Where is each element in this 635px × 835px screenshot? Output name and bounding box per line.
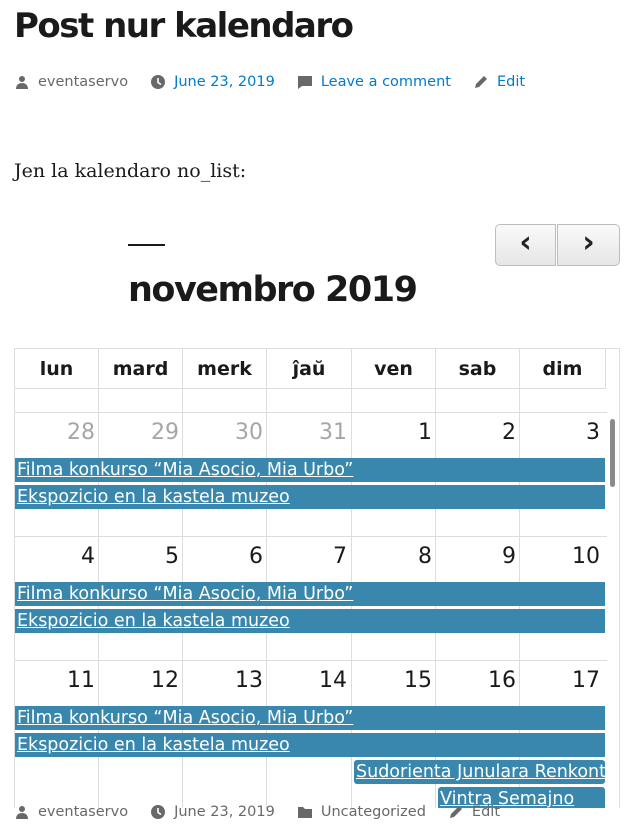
author-link[interactable]: eventaservo bbox=[38, 74, 128, 90]
day-number[interactable]: 9 bbox=[434, 544, 516, 569]
chevron-right-icon: › bbox=[582, 225, 595, 260]
calendar-nav: ‹ › bbox=[495, 224, 620, 266]
calendar-event[interactable]: Sudorienta Junulara Renkontiĝo bbox=[354, 760, 605, 784]
meta-comment: Leave a comment bbox=[297, 74, 451, 90]
day-number[interactable]: 8 bbox=[350, 544, 432, 569]
person-icon bbox=[16, 76, 28, 89]
calendar-event[interactable]: Ekspozicio en la kastela muzeo bbox=[15, 609, 605, 633]
comment-icon bbox=[297, 76, 312, 89]
leave-comment-link[interactable]: Leave a comment bbox=[321, 74, 451, 90]
weekday-header: ĵaŭ bbox=[267, 349, 352, 389]
category-link[interactable]: Uncategorized bbox=[321, 804, 426, 820]
day-number[interactable]: 17 bbox=[518, 668, 600, 693]
edit-link-bottom[interactable]: Edit bbox=[472, 804, 500, 820]
day-number[interactable]: 6 bbox=[181, 544, 263, 569]
weekday-header: lun bbox=[15, 349, 99, 389]
day-number[interactable]: 2 bbox=[434, 420, 516, 445]
calendar-scrollbar-thumb[interactable] bbox=[610, 419, 615, 487]
clock-icon bbox=[151, 805, 166, 819]
day-number[interactable]: 12 bbox=[97, 668, 179, 693]
day-number[interactable]: 3 bbox=[518, 420, 600, 445]
prev-month-button[interactable]: ‹ bbox=[495, 224, 556, 266]
chevron-left-icon: ‹ bbox=[519, 225, 532, 260]
pencil-icon bbox=[449, 806, 462, 818]
month-title: novembro 2019 bbox=[128, 270, 418, 310]
edit-link[interactable]: Edit bbox=[497, 74, 525, 90]
post-meta-bottom: eventaservo June 23, 2019 Uncategorized … bbox=[14, 804, 522, 820]
calendar-event[interactable]: Ekspozicio en la kastela muzeo bbox=[15, 733, 605, 757]
day-number[interactable]: 28 bbox=[15, 420, 95, 445]
post-meta-top: eventaservo June 23, 2019 Leave a commen… bbox=[14, 74, 547, 90]
post-intro: Jen la kalendaro no_list: bbox=[14, 160, 247, 182]
week-divider bbox=[15, 412, 607, 413]
calendar-grid: lun mard merk ĵaŭ ven sab dim 28 29 30 31 1 2 3 Filma … bbox=[14, 348, 620, 808]
folder-icon bbox=[297, 807, 312, 818]
weekday-header: ven bbox=[352, 349, 436, 389]
meta-edit-bottom: Edit bbox=[448, 804, 500, 820]
meta-author-bottom: eventaservo bbox=[14, 804, 128, 820]
date-link[interactable]: June 23, 2019 bbox=[174, 74, 275, 90]
meta-date: June 23, 2019 bbox=[150, 74, 275, 90]
meta-category-bottom: Uncategorized bbox=[297, 804, 426, 820]
next-month-button[interactable]: › bbox=[557, 224, 620, 266]
post-title: Post nur kalendaro bbox=[14, 6, 354, 46]
calendar-event[interactable]: Ekspozicio en la kastela muzeo bbox=[15, 485, 605, 509]
day-number[interactable]: 11 bbox=[15, 668, 95, 693]
week-divider bbox=[15, 660, 607, 661]
meta-author: eventaservo bbox=[14, 74, 128, 90]
meta-edit: Edit bbox=[473, 74, 525, 90]
weekday-header: sab bbox=[436, 349, 520, 389]
weekday-header: merk bbox=[183, 349, 267, 389]
day-number[interactable]: 31 bbox=[265, 420, 347, 445]
day-number[interactable]: 29 bbox=[97, 420, 179, 445]
calendar-event[interactable]: Filma konkurso “Mia Asocio, Mia Urbo” bbox=[15, 458, 605, 482]
day-number[interactable]: 16 bbox=[434, 668, 516, 693]
day-number[interactable]: 7 bbox=[265, 544, 347, 569]
week-divider bbox=[15, 536, 607, 537]
day-number[interactable]: 5 bbox=[97, 544, 179, 569]
person-icon bbox=[16, 806, 28, 819]
author-link-bottom[interactable]: eventaservo bbox=[38, 804, 128, 820]
calendar-event[interactable]: Filma konkurso “Mia Asocio, Mia Urbo” bbox=[15, 582, 605, 606]
calendar-event[interactable]: Filma konkurso “Mia Asocio, Mia Urbo” bbox=[15, 706, 605, 730]
weekday-header: dim bbox=[520, 349, 606, 389]
day-number[interactable]: 15 bbox=[350, 668, 432, 693]
day-number[interactable]: 10 bbox=[518, 544, 600, 569]
pencil-icon bbox=[474, 76, 487, 88]
day-number[interactable]: 13 bbox=[181, 668, 263, 693]
title-rule bbox=[128, 244, 165, 246]
day-number[interactable]: 30 bbox=[181, 420, 263, 445]
weekday-header: mard bbox=[99, 349, 183, 389]
day-number[interactable]: 4 bbox=[15, 544, 95, 569]
date-link-bottom[interactable]: June 23, 2019 bbox=[174, 804, 275, 820]
clock-icon bbox=[151, 75, 166, 89]
meta-date-bottom: June 23, 2019 bbox=[150, 804, 275, 820]
day-number[interactable]: 1 bbox=[350, 420, 432, 445]
day-number[interactable]: 14 bbox=[265, 668, 347, 693]
